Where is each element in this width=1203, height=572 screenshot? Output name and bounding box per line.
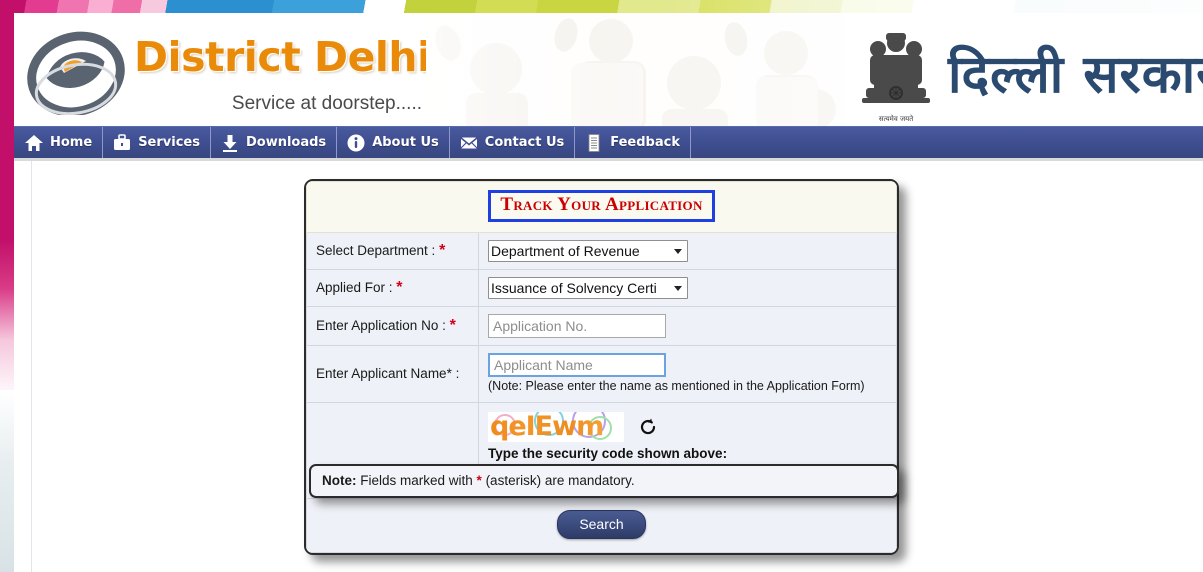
- nav-label: Feedback: [610, 135, 680, 150]
- page-root: District Delhi Service at doorstep.....: [0, 0, 1203, 572]
- content-left-divider: [31, 161, 32, 572]
- row-department: Select Department : * Department of Reve…: [306, 231, 897, 270]
- emblem-caption: सत्यमेव जयते: [878, 115, 914, 123]
- content-area: Track Your Application Select Department…: [14, 158, 1203, 572]
- envelope-icon: [459, 136, 478, 149]
- label-cell-application-no: Enter Application No : *: [306, 305, 479, 346]
- label-cell-applied-for: Applied For : *: [306, 268, 479, 307]
- field-cell-application-no: [478, 305, 897, 346]
- note-prefix: Note:: [322, 473, 357, 488]
- main-navigation: Home Services Downloads About Us Contact…: [14, 126, 1203, 158]
- photo-white-overlay: [426, 13, 846, 126]
- district-delhi-logo-icon: [27, 31, 125, 115]
- row-submit: Search: [306, 497, 897, 553]
- page-title: Track Your Application: [488, 190, 715, 222]
- form-title-cell: Track Your Application: [306, 181, 897, 233]
- nav-label: Contact Us: [484, 135, 565, 150]
- row-applicant-name: Enter Applicant Name* : (Note: Please en…: [306, 344, 897, 403]
- logo-title-text: District Delhi: [134, 33, 431, 81]
- nav-item-home[interactable]: Home: [14, 127, 104, 158]
- header-photo-collage: [426, 13, 846, 126]
- captcha-image: qeIEwm: [488, 411, 624, 442]
- logo-tagline: Service at doorstep.....: [231, 93, 422, 114]
- applicant-name-input[interactable]: [488, 352, 666, 377]
- label-cell-department: Select Department : *: [306, 231, 479, 270]
- ribbon-fade-overlay: [0, 0, 1203, 13]
- captcha-code-text: qeIEwm: [490, 411, 604, 442]
- india-state-emblem-icon: [862, 33, 930, 103]
- left-edge-strip-lower: [0, 390, 14, 572]
- search-button[interactable]: Search: [557, 509, 646, 539]
- label-applicant-name: Enter Applicant Name* :: [316, 365, 460, 381]
- nav-item-feedback[interactable]: Feedback: [575, 127, 691, 158]
- nav-item-downloads[interactable]: Downloads: [211, 127, 338, 158]
- note-text-after: (asterisk) are mandatory.: [481, 473, 635, 488]
- download-icon: [222, 134, 237, 152]
- document-icon: [588, 133, 600, 152]
- nav-item-about-us[interactable]: About Us: [337, 127, 450, 158]
- required-asterisk: *: [439, 241, 446, 259]
- nav-label: Home: [50, 135, 93, 150]
- row-applied-for: Applied For : * Issuance of Solvency Cer…: [306, 268, 897, 307]
- applied-for-select-wrap: Issuance of Solvency Certi: [488, 276, 688, 299]
- label-applied-for: Applied For :: [316, 279, 397, 295]
- label-application-no: Enter Application No :: [316, 317, 450, 333]
- nav-item-contact-us[interactable]: Contact Us: [450, 127, 576, 158]
- row-application-no: Enter Application No : *: [306, 305, 897, 346]
- applicant-name-hint: (Note: Please enter the name as mentione…: [488, 378, 865, 393]
- decorative-color-ribbon: [0, 0, 1203, 13]
- mandatory-fields-note: Note: Fields marked with * (asterisk) ar…: [309, 464, 899, 498]
- refresh-icon[interactable]: [638, 417, 658, 437]
- track-application-card: Track Your Application Select Department…: [304, 179, 899, 555]
- nav-item-services[interactable]: Services: [103, 127, 211, 158]
- department-select[interactable]: Department of Revenue: [488, 239, 688, 262]
- field-cell-applicant-name: (Note: Please enter the name as mentione…: [478, 344, 897, 403]
- nav-label: Services: [138, 135, 200, 150]
- govt-name-hindi: दिल्ली सरकार: [948, 45, 1203, 105]
- site-header: District Delhi Service at doorstep.....: [14, 13, 1203, 126]
- required-asterisk: *: [396, 278, 403, 296]
- info-icon: [347, 134, 365, 151]
- form-title-row: Track Your Application: [306, 181, 897, 233]
- required-asterisk: *: [449, 316, 456, 334]
- field-cell-department: Department of Revenue: [478, 231, 897, 270]
- nav-label: Downloads: [245, 135, 327, 150]
- application-no-input[interactable]: [488, 313, 666, 338]
- label-cell-applicant-name: Enter Applicant Name* :: [306, 344, 479, 403]
- department-select-wrap: Department of Revenue: [488, 239, 688, 262]
- site-logo[interactable]: District Delhi Service at doorstep.....: [22, 21, 431, 121]
- submit-cell: Search: [306, 497, 897, 553]
- briefcase-icon: [114, 133, 131, 150]
- label-department: Select Department :: [316, 242, 440, 258]
- captcha-prompt: Type the security code shown above:: [488, 445, 728, 461]
- note-text-before: Fields marked with: [356, 473, 477, 488]
- nav-label: About Us: [372, 135, 439, 150]
- applied-for-select[interactable]: Issuance of Solvency Certi: [488, 276, 688, 299]
- home-icon: [25, 134, 43, 151]
- field-cell-applied-for: Issuance of Solvency Certi: [478, 268, 897, 307]
- left-edge-strip: [0, 0, 14, 400]
